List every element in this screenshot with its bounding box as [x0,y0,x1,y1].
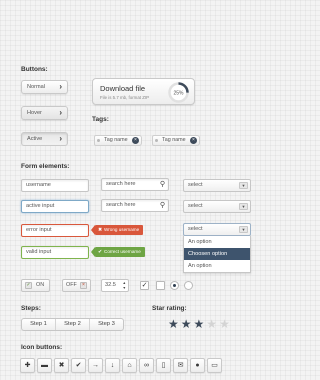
phone-icon[interactable]: ▯ [156,358,171,373]
stepper-arrows-icon[interactable]: ▲ ▼ [122,281,126,290]
tag-label: Tag name [162,137,186,143]
checkbox-unchecked[interactable] [156,281,165,290]
dropdown-option-selected[interactable]: Choosen option [184,248,250,260]
tags-heading: Tags: [92,116,109,123]
warning-icon: ✖ [98,227,103,233]
button-label: Active [27,136,43,142]
close-icon[interactable]: ✖ [54,358,69,373]
download-progress-ring: 25% [168,82,189,103]
arrow-down-icon[interactable]: ↓ [105,358,120,373]
steps-bar: Step 1 Step 2 Step 3 [21,318,124,331]
check-icon[interactable]: ✔ [71,358,86,373]
radio-unselected[interactable] [184,281,193,290]
check-icon: ✔ [98,249,103,255]
select-dropdown[interactable]: select ▼ [183,179,251,192]
toggle-label: ON [36,282,45,288]
home-icon[interactable]: ⌂ [122,358,137,373]
arrow-right-icon[interactable]: → [88,358,103,373]
error-message: ✖ Wrong username [90,225,144,235]
download-subtitle: File is 5.7 mb, format ZIP [100,95,150,100]
chevron-down-icon: ▼ [239,182,248,189]
link-icon[interactable]: ∞ [139,358,154,373]
error-message-text: Wrong username [104,227,140,232]
search-input[interactable]: search here ⚲ [101,199,169,212]
valid-message-text: Correct username [104,249,141,254]
mail-icon[interactable]: ✉ [173,358,188,373]
close-icon[interactable]: × [190,137,197,144]
icon-button-row: ✚ ▬ ✖ ✔ → ↓ ⌂ ∞ ▯ ✉ ● ▭ [20,358,222,373]
progress-label: 25% [173,90,184,96]
normal-button[interactable]: Normal › [21,80,68,94]
toggle-off[interactable]: OFF × [62,279,91,292]
step-2[interactable]: Step 2 [56,319,90,330]
username-input[interactable]: username [21,179,89,192]
quantity-stepper[interactable]: 32.5 ▲ ▼ [101,279,129,292]
chevron-down-icon: ▼ [239,226,248,233]
star-icon[interactable]: ★ [168,318,179,330]
plus-icon[interactable]: ✚ [20,358,35,373]
toggle-label: OFF [66,282,77,288]
star-rating[interactable]: ★ ★ ★ ★ ★ [168,318,230,330]
chevron-right-icon: › [59,108,62,117]
chevron-down-icon: ▼ [239,203,248,210]
step-1[interactable]: Step 1 [22,319,56,330]
select-value: select [188,182,203,188]
button-label: Hover [27,110,42,116]
chevron-right-icon: › [59,134,62,143]
checkbox-checked[interactable]: ✓ [140,281,149,290]
close-icon: × [80,282,87,289]
tag-label: Tag name [104,137,128,143]
download-file-button[interactable]: Download file File is 5.7 mb, format ZIP… [92,78,195,105]
tag[interactable]: Tag name × [94,135,142,146]
button-label: Normal [27,84,46,90]
star-icon[interactable]: ★ [181,318,192,330]
minus-icon[interactable]: ▬ [37,358,52,373]
star-icon[interactable]: ★ [206,318,217,330]
select-value: select [188,203,203,209]
select-value: select [188,226,203,232]
valid-message: ✔ Correct username [91,247,145,257]
valid-input[interactable]: valid input [21,246,89,259]
stepper-value: 32.5 [105,282,116,288]
download-title: Download file [100,84,146,93]
buttons-heading: Buttons: [21,66,48,73]
monitor-icon[interactable]: ▭ [207,358,222,373]
star-icon[interactable]: ★ [219,318,230,330]
active-input[interactable]: active input [21,200,89,213]
icon-buttons-heading: Icon buttons: [21,344,63,351]
close-icon[interactable]: × [132,137,139,144]
star-rating-heading: Star rating: [152,305,187,312]
check-icon: ✓ [25,282,32,289]
steps-heading: Steps: [21,305,41,312]
step-3[interactable]: Step 3 [90,319,123,330]
search-icon: ⚲ [159,181,165,188]
search-value: search here [106,202,136,208]
select-dropdown-open[interactable]: select ▼ [183,223,251,236]
hover-button[interactable]: Hover › [21,106,68,120]
select-dropdown[interactable]: select ▼ [183,200,251,213]
radio-selected[interactable] [170,281,179,290]
star-icon[interactable]: ★ [194,318,205,330]
search-input[interactable]: search here ⚲ [101,178,169,191]
search-value: search here [106,181,136,187]
form-elements-heading: Form elements: [21,163,70,170]
dropdown-option[interactable]: An option [184,260,250,272]
search-icon: ⚲ [159,202,165,209]
dropdown-option[interactable]: An option [184,236,250,248]
error-input[interactable]: error input [21,224,89,237]
chevron-right-icon: › [59,82,62,91]
user-icon[interactable]: ● [190,358,205,373]
tag[interactable]: Tag name × [152,135,200,146]
active-button[interactable]: Active › [21,132,68,146]
toggle-on[interactable]: ✓ ON [21,279,50,292]
dropdown-menu: An option Choosen option An option [183,236,251,273]
